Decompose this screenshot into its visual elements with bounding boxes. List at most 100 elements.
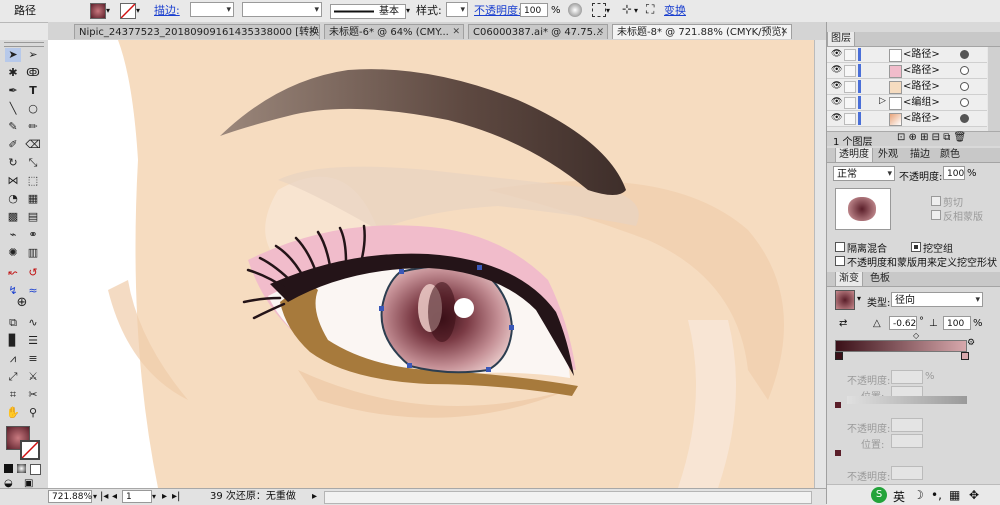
stroke-swatch[interactable]	[120, 3, 136, 19]
first-page-icon[interactable]: |◂	[100, 490, 108, 503]
brush-definition[interactable]: 基本	[330, 4, 406, 19]
eyedropper-icon[interactable]: ⌁	[5, 228, 21, 242]
stroke-weight-dropdown[interactable]	[190, 2, 234, 18]
selection-tool-icon[interactable]: ➤	[5, 48, 21, 62]
tab-layers[interactable]: 图层	[827, 32, 855, 46]
moon-icon[interactable]: ☽	[913, 488, 924, 502]
ime-logo-icon[interactable]: S	[871, 487, 887, 503]
transparency-opacity-input[interactable]: 100	[943, 166, 965, 180]
stop-opacity-input[interactable]	[891, 466, 923, 480]
type-tool-icon[interactable]: T	[25, 84, 41, 98]
align-icon[interactable]	[592, 3, 606, 17]
gradient-options-icon[interactable]: ⚙	[967, 338, 975, 348]
tab-document-3[interactable]: C06000387.ai* @ 47.75... ✕	[468, 24, 608, 39]
opacity-label[interactable]: 不透明度:	[474, 3, 522, 18]
direct-selection-icon[interactable]: ➢	[25, 48, 41, 62]
paintbrush-icon[interactable]: ✎	[5, 120, 21, 134]
gradient-preview[interactable]	[835, 290, 855, 310]
target-icon[interactable]	[960, 114, 969, 123]
close-icon[interactable]: ✕	[452, 25, 460, 39]
knockout-checkbox[interactable]	[911, 242, 921, 252]
eye-icon[interactable]: 👁	[831, 97, 842, 107]
reverse-gradient-icon[interactable]: ⇄	[839, 318, 847, 329]
free-transform-icon[interactable]: ⬚	[25, 174, 41, 188]
gradient-tool-icon[interactable]: ▤	[25, 210, 41, 224]
zoom-tool-icon[interactable]: ⚲	[25, 406, 41, 420]
transform-link[interactable]: 变换	[664, 3, 686, 18]
blend-mode-dropdown[interactable]: 正常	[833, 166, 895, 182]
toolbox-grip[interactable]	[4, 42, 44, 47]
stop-location-input[interactable]	[891, 434, 923, 448]
layer-row[interactable]: 👁 <路径>	[827, 79, 987, 95]
chevron-down-icon[interactable]: ▾	[406, 6, 410, 15]
last-page-icon[interactable]: ▸|	[172, 490, 180, 503]
ellipse-tool-icon[interactable]: ○	[25, 102, 41, 116]
gradient-type-dropdown[interactable]: 径向	[891, 292, 983, 308]
expand-arrow-icon[interactable]: ▷	[879, 96, 886, 106]
layer-row[interactable]: 👁 ▷ <编组>	[827, 95, 987, 111]
none-mode-icon[interactable]	[30, 464, 41, 475]
style-dropdown[interactable]	[446, 2, 468, 18]
gradient-stop[interactable]	[835, 352, 843, 360]
tab-appearance[interactable]: 外观	[875, 148, 901, 162]
eye-icon[interactable]: 👁	[831, 65, 842, 75]
chevron-down-icon[interactable]: ▾	[606, 6, 610, 15]
angle-input[interactable]: -0.62	[889, 316, 917, 330]
gradient-mode-icon[interactable]	[17, 464, 26, 473]
chevron-down-icon[interactable]: ▾	[106, 6, 110, 15]
vertical-scrollbar[interactable]	[814, 40, 826, 488]
eye-icon[interactable]: 👁	[831, 81, 842, 91]
color-mode-icon[interactable]	[4, 464, 13, 473]
rotate-icon[interactable]: ↻	[5, 156, 21, 170]
fill-swatch[interactable]	[90, 3, 106, 19]
opacity-input[interactable]: 100	[520, 3, 548, 17]
define-knockout-checkbox[interactable]	[835, 256, 845, 266]
horizontal-scrollbar[interactable]	[324, 491, 812, 504]
pen-tool-icon[interactable]: ✒	[5, 84, 21, 98]
layer-row[interactable]: 👁 <路径>	[827, 63, 987, 79]
symbol-icon[interactable]: ⊕	[14, 296, 30, 310]
scale-icon[interactable]: ⤡	[25, 156, 41, 170]
scissors-icon[interactable]: ✂	[25, 388, 41, 402]
chevron-down-icon[interactable]: ▾	[152, 490, 156, 503]
isolate-blend-checkbox[interactable]	[835, 242, 845, 252]
crop-icon[interactable]: ⌗	[5, 388, 21, 402]
target-icon[interactable]	[960, 66, 969, 75]
symbol-sprayer-icon[interactable]: ✺	[5, 246, 21, 260]
layers-scrollbar[interactable]	[988, 47, 1000, 131]
zoom-field[interactable]: 721.88%	[48, 490, 92, 503]
lasso-icon[interactable]: ↂ	[25, 66, 41, 80]
aspect-ratio-input[interactable]: 100	[943, 316, 971, 330]
invert-mask-checkbox[interactable]	[931, 210, 941, 220]
twirl-tool-icon[interactable]: ↺	[25, 266, 41, 280]
list-graph-icon[interactable]: ≡	[25, 352, 41, 366]
layer-row[interactable]: 👁 <路径>	[827, 47, 987, 63]
tab-document-4[interactable]: 未标题-8* @ 721.88% (CMYK/预览) ✕	[612, 24, 792, 39]
chevron-down-icon[interactable]: ▾	[634, 6, 638, 15]
puppet-warp-icon[interactable]: ⊹	[622, 2, 632, 16]
eye-icon[interactable]: 👁	[831, 113, 842, 123]
clip-checkbox[interactable]	[931, 196, 941, 206]
magic-wand-icon[interactable]: ✱	[5, 66, 21, 80]
perspective-grid-icon[interactable]: ▦	[25, 192, 41, 206]
shape-builder-icon[interactable]: ◔	[5, 192, 21, 206]
target-icon[interactable]	[960, 50, 969, 59]
mask-thumbnail[interactable]	[835, 188, 891, 230]
target-icon[interactable]	[960, 98, 969, 107]
stop-opacity-input[interactable]	[891, 418, 923, 432]
slice-tool-icon[interactable]: ∿	[25, 316, 41, 330]
stacked-graph-icon[interactable]: ☰	[25, 334, 41, 348]
chevron-down-icon[interactable]: ▾	[136, 6, 140, 15]
status-menu-icon[interactable]: ▸	[312, 490, 317, 503]
keyboard-icon[interactable]: ▦	[949, 488, 960, 502]
tab-color[interactable]: 颜色	[937, 148, 963, 162]
layer-actions-icon[interactable]: ⊡ ⊕ ⊞ ⊟ ⧉ 🗑	[897, 132, 966, 143]
tools-icon[interactable]: ✥	[969, 488, 979, 502]
layer-row[interactable]: 👁 <路径>	[827, 111, 987, 127]
stop-opacity-input[interactable]	[891, 370, 923, 384]
gradient-slider[interactable]	[835, 340, 967, 352]
ime-language[interactable]: 英	[893, 488, 905, 505]
warp-tool-icon[interactable]: ↜	[5, 266, 21, 280]
knife-icon[interactable]: ⚔	[25, 370, 41, 384]
blob-brush-icon[interactable]: ✐	[5, 138, 21, 152]
